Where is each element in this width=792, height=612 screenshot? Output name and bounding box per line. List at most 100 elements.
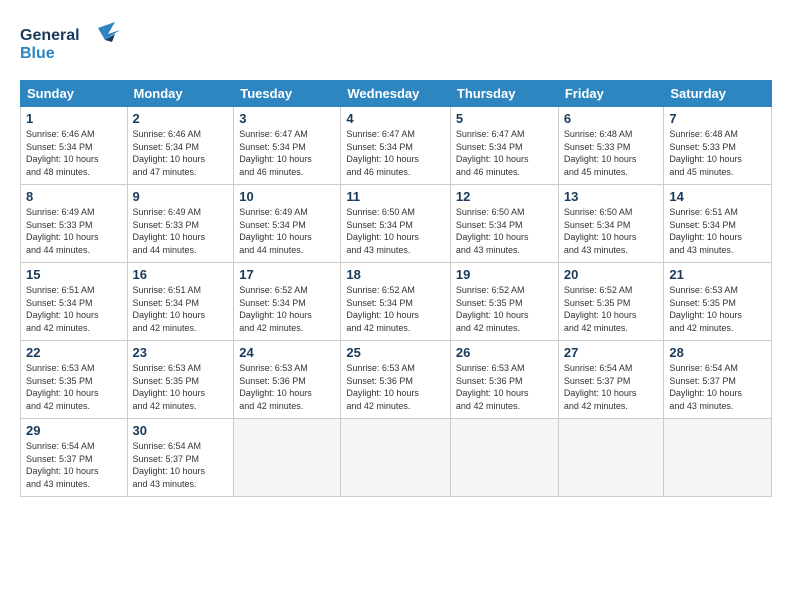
day-info: Sunrise: 6:46 AM Sunset: 5:34 PM Dayligh…: [133, 128, 229, 178]
logo-text: General Blue: [20, 20, 130, 70]
calendar-cell: 23Sunrise: 6:53 AM Sunset: 5:35 PM Dayli…: [127, 341, 234, 419]
day-number: 11: [346, 189, 445, 204]
calendar-cell: 6 Sunrise: 6:48 AM Sunset: 5:33 PM Daylig…: [558, 107, 664, 185]
calendar-cell: 22 Sunrise: 6:53 AM Sunset: 5:35 PM Dayli…: [21, 341, 128, 419]
weekday-header-saturday: Saturday: [664, 81, 772, 107]
calendar-cell: 13 Sunrise: 6:50 AM Sunset: 5:34 PM Dayli…: [558, 185, 664, 263]
calendar-cell: 25Sunrise: 6:53 AM Sunset: 5:36 PM Dayli…: [341, 341, 451, 419]
calendar-cell: [450, 419, 558, 497]
day-info: Sunrise: 6:49 AM Sunset: 5:34 PM Dayligh…: [239, 206, 335, 256]
weekday-header-sunday: Sunday: [21, 81, 128, 107]
calendar-week-2: 8 Sunrise: 6:49 AM Sunset: 5:33 PM Daylig…: [21, 185, 772, 263]
day-number: 19: [456, 267, 553, 282]
day-info: Sunrise: 6:52 AM Sunset: 5:35 PM Dayligh…: [564, 284, 659, 334]
calendar-cell: 29Sunrise: 6:54 AM Sunset: 5:37 PM Dayli…: [21, 419, 128, 497]
day-info: Sunrise: 6:47 AM Sunset: 5:34 PM Dayligh…: [346, 128, 445, 178]
weekday-header-wednesday: Wednesday: [341, 81, 451, 107]
weekday-header-tuesday: Tuesday: [234, 81, 341, 107]
day-info: Sunrise: 6:51 AM Sunset: 5:34 PM Dayligh…: [669, 206, 766, 256]
calendar-cell: 27Sunrise: 6:54 AM Sunset: 5:37 PM Dayli…: [558, 341, 664, 419]
calendar-cell: 2 Sunrise: 6:46 AM Sunset: 5:34 PM Daylig…: [127, 107, 234, 185]
calendar-cell: 11 Sunrise: 6:50 AM Sunset: 5:34 PM Dayli…: [341, 185, 451, 263]
calendar-cell: 24 Sunrise: 6:53 AM Sunset: 5:36 PM Dayli…: [234, 341, 341, 419]
day-info: Sunrise: 6:53 AM Sunset: 5:36 PM Dayligh…: [346, 362, 445, 412]
day-number: 1: [26, 111, 122, 126]
page: General Blue SundayMondayTuesdayWednesda…: [0, 0, 792, 612]
calendar-cell: [558, 419, 664, 497]
day-number: 21: [669, 267, 766, 282]
day-info: Sunrise: 6:53 AM Sunset: 5:35 PM Dayligh…: [669, 284, 766, 334]
header: General Blue: [20, 20, 772, 70]
calendar-week-5: 29 Sunrise: 6:54 AM Sunset: 5:37 PM Dayli…: [21, 419, 772, 497]
calendar-cell: 5 Sunrise: 6:47 AM Sunset: 5:34 PM Daylig…: [450, 107, 558, 185]
day-number: 2: [133, 111, 229, 126]
day-info: Sunrise: 6:53 AM Sunset: 5:36 PM Dayligh…: [239, 362, 335, 412]
day-info: Sunrise: 6:47 AM Sunset: 5:34 PM Dayligh…: [456, 128, 553, 178]
day-number: 18: [346, 267, 445, 282]
day-number: 22: [26, 345, 122, 360]
day-info: Sunrise: 6:49 AM Sunset: 5:33 PM Dayligh…: [133, 206, 229, 256]
day-info: Sunrise: 6:53 AM Sunset: 5:35 PM Dayligh…: [26, 362, 122, 412]
day-number: 28: [669, 345, 766, 360]
calendar-cell: 9 Sunrise: 6:49 AM Sunset: 5:33 PM Daylig…: [127, 185, 234, 263]
svg-text:General: General: [20, 27, 80, 44]
day-info: Sunrise: 6:51 AM Sunset: 5:34 PM Dayligh…: [26, 284, 122, 334]
day-number: 30: [133, 423, 229, 438]
day-number: 26: [456, 345, 553, 360]
day-number: 13: [564, 189, 659, 204]
calendar-week-4: 22 Sunrise: 6:53 AM Sunset: 5:35 PM Dayli…: [21, 341, 772, 419]
calendar-cell: 26 Sunrise: 6:53 AM Sunset: 5:36 PM Dayli…: [450, 341, 558, 419]
day-number: 7: [669, 111, 766, 126]
day-info: Sunrise: 6:49 AM Sunset: 5:33 PM Dayligh…: [26, 206, 122, 256]
day-info: Sunrise: 6:54 AM Sunset: 5:37 PM Dayligh…: [564, 362, 659, 412]
day-info: Sunrise: 6:53 AM Sunset: 5:36 PM Dayligh…: [456, 362, 553, 412]
calendar-cell: [664, 419, 772, 497]
day-number: 12: [456, 189, 553, 204]
day-number: 29: [26, 423, 122, 438]
day-number: 14: [669, 189, 766, 204]
day-info: Sunrise: 6:52 AM Sunset: 5:35 PM Dayligh…: [456, 284, 553, 334]
day-info: Sunrise: 6:46 AM Sunset: 5:34 PM Dayligh…: [26, 128, 122, 178]
weekday-header-thursday: Thursday: [450, 81, 558, 107]
day-info: Sunrise: 6:52 AM Sunset: 5:34 PM Dayligh…: [346, 284, 445, 334]
day-number: 5: [456, 111, 553, 126]
day-number: 4: [346, 111, 445, 126]
day-number: 3: [239, 111, 335, 126]
calendar-cell: 4 Sunrise: 6:47 AM Sunset: 5:34 PM Daylig…: [341, 107, 451, 185]
day-info: Sunrise: 6:50 AM Sunset: 5:34 PM Dayligh…: [346, 206, 445, 256]
calendar-cell: 18 Sunrise: 6:52 AM Sunset: 5:34 PM Dayli…: [341, 263, 451, 341]
day-number: 17: [239, 267, 335, 282]
logo: General Blue: [20, 20, 130, 70]
day-number: 16: [133, 267, 229, 282]
calendar-week-3: 15 Sunrise: 6:51 AM Sunset: 5:34 PM Dayli…: [21, 263, 772, 341]
calendar-cell: 17 Sunrise: 6:52 AM Sunset: 5:34 PM Dayli…: [234, 263, 341, 341]
day-info: Sunrise: 6:48 AM Sunset: 5:33 PM Dayligh…: [564, 128, 659, 178]
calendar-table: SundayMondayTuesdayWednesdayThursdayFrid…: [20, 80, 772, 497]
day-number: 15: [26, 267, 122, 282]
calendar-cell: 30 Sunrise: 6:54 AM Sunset: 5:37 PM Dayli…: [127, 419, 234, 497]
calendar-cell: 8 Sunrise: 6:49 AM Sunset: 5:33 PM Daylig…: [21, 185, 128, 263]
day-number: 8: [26, 189, 122, 204]
day-info: Sunrise: 6:50 AM Sunset: 5:34 PM Dayligh…: [564, 206, 659, 256]
day-info: Sunrise: 6:51 AM Sunset: 5:34 PM Dayligh…: [133, 284, 229, 334]
day-number: 6: [564, 111, 659, 126]
day-info: Sunrise: 6:48 AM Sunset: 5:33 PM Dayligh…: [669, 128, 766, 178]
weekday-header-monday: Monday: [127, 81, 234, 107]
day-info: Sunrise: 6:53 AM Sunset: 5:35 PM Dayligh…: [133, 362, 229, 412]
calendar-cell: 20 Sunrise: 6:52 AM Sunset: 5:35 PM Dayli…: [558, 263, 664, 341]
calendar-cell: 12Sunrise: 6:50 AM Sunset: 5:34 PM Dayli…: [450, 185, 558, 263]
day-number: 20: [564, 267, 659, 282]
day-info: Sunrise: 6:54 AM Sunset: 5:37 PM Dayligh…: [133, 440, 229, 490]
calendar-cell: 16 Sunrise: 6:51 AM Sunset: 5:34 PM Dayli…: [127, 263, 234, 341]
calendar-cell: 14 Sunrise: 6:51 AM Sunset: 5:34 PM Dayli…: [664, 185, 772, 263]
day-number: 9: [133, 189, 229, 204]
weekday-header-friday: Friday: [558, 81, 664, 107]
day-info: Sunrise: 6:52 AM Sunset: 5:34 PM Dayligh…: [239, 284, 335, 334]
calendar-cell: 28Sunrise: 6:54 AM Sunset: 5:37 PM Dayli…: [664, 341, 772, 419]
calendar-cell: 7 Sunrise: 6:48 AM Sunset: 5:33 PM Daylig…: [664, 107, 772, 185]
day-number: 24: [239, 345, 335, 360]
calendar-cell: 1 Sunrise: 6:46 AM Sunset: 5:34 PM Daylig…: [21, 107, 128, 185]
calendar-cell: 15 Sunrise: 6:51 AM Sunset: 5:34 PM Dayli…: [21, 263, 128, 341]
calendar-cell: 21 Sunrise: 6:53 AM Sunset: 5:35 PM Dayli…: [664, 263, 772, 341]
calendar-cell: 19 Sunrise: 6:52 AM Sunset: 5:35 PM Dayli…: [450, 263, 558, 341]
